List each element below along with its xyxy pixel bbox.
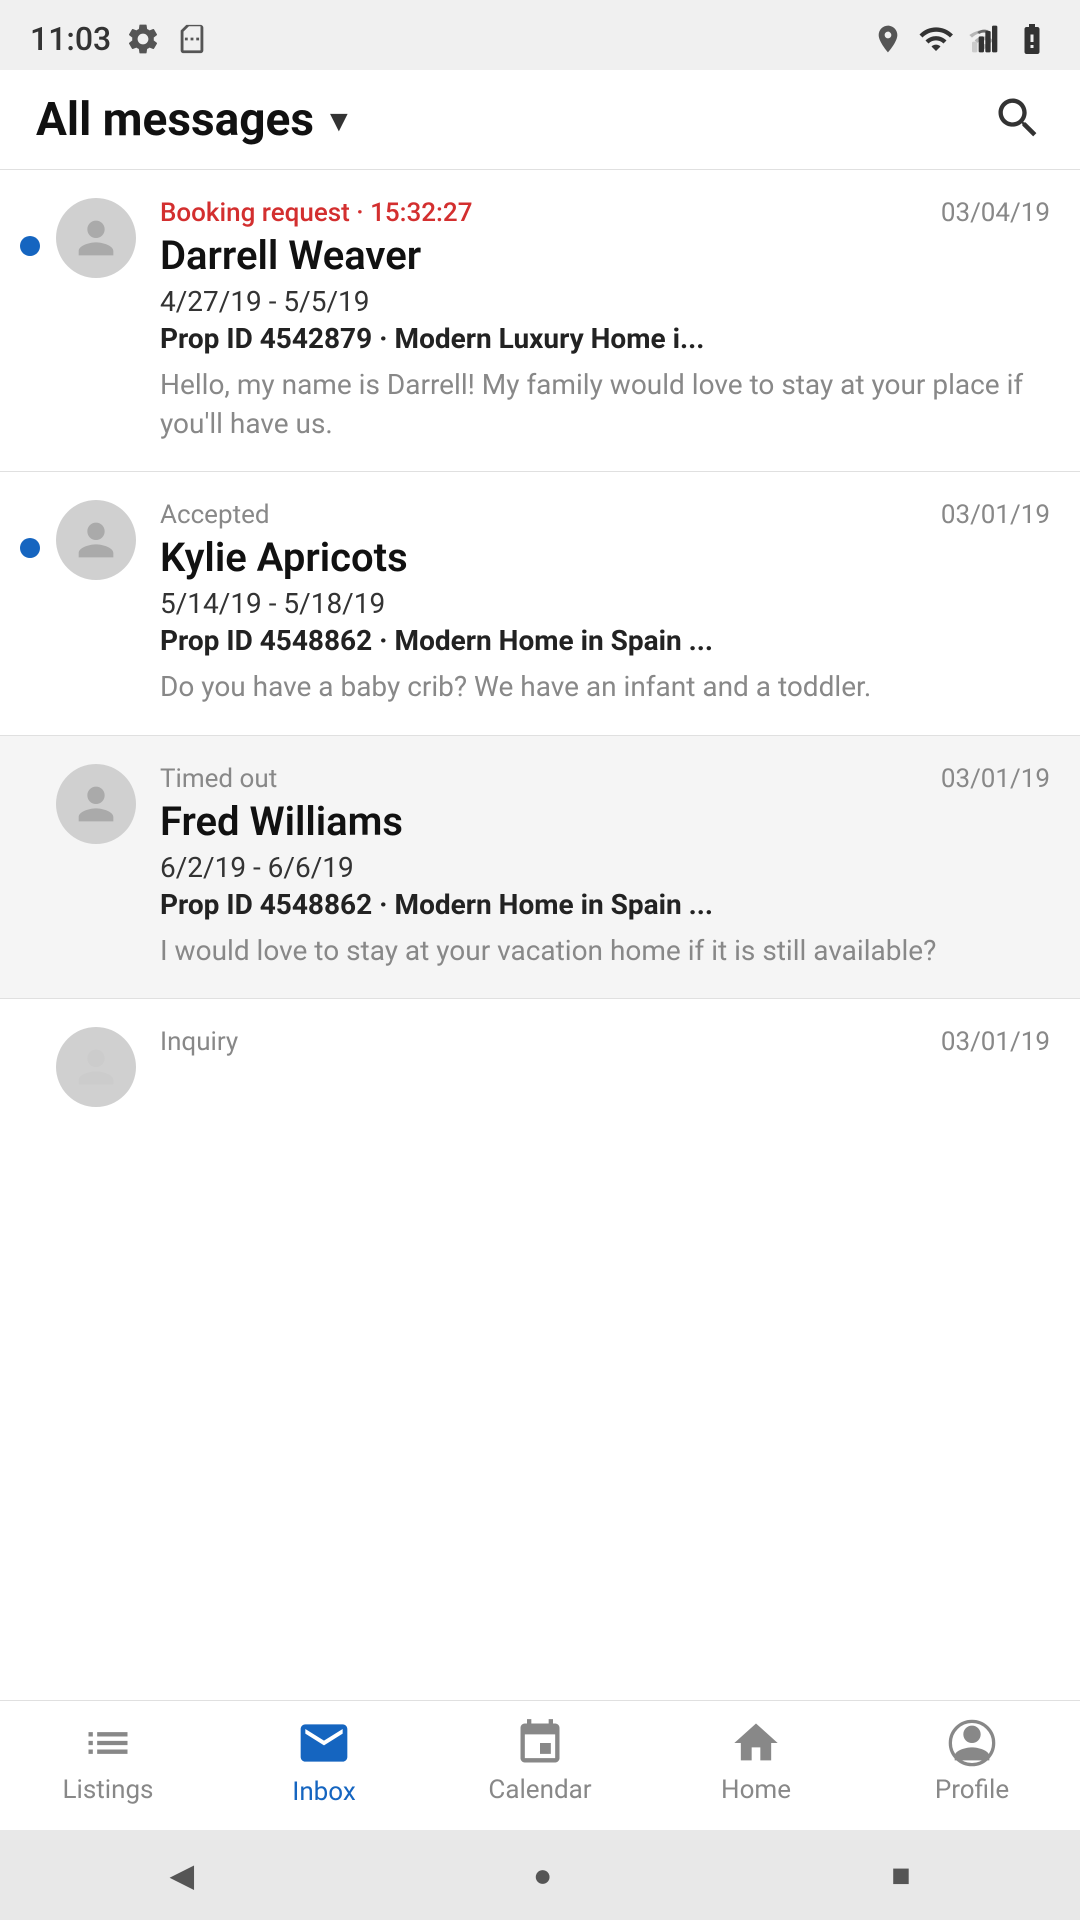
message-content: Accepted 03/01/19 Kylie Apricots 5/14/19… [160, 500, 1050, 706]
nav-item-home[interactable]: Home [648, 1717, 864, 1805]
calendar-icon [514, 1717, 566, 1769]
message-status: Booking request · 15:32:27 [160, 198, 472, 228]
unread-indicator [20, 1065, 40, 1085]
avatar [56, 764, 136, 844]
message-item[interactable]: Accepted 03/01/19 Kylie Apricots 5/14/19… [0, 472, 1080, 735]
message-preview: Hello, my name is Darrell! My family wou… [160, 365, 1050, 443]
avatar [56, 1027, 136, 1107]
nav-item-listings[interactable]: Listings [0, 1717, 216, 1805]
nav-item-calendar[interactable]: Calendar [432, 1717, 648, 1805]
message-content: Inquiry 03/01/19 [160, 1027, 1050, 1061]
message-status: Accepted [160, 500, 270, 530]
message-date: 03/01/19 [941, 1027, 1050, 1057]
message-content: Timed out 03/01/19 Fred Williams 6/2/19 … [160, 764, 1050, 970]
wifi-icon [918, 21, 954, 57]
header-title-container[interactable]: All messages ▼ [36, 93, 354, 147]
battery-icon [1014, 21, 1050, 57]
profile-label: Profile [935, 1775, 1009, 1805]
message-sender-name: Kylie Apricots [160, 534, 1050, 581]
inbox-icon [296, 1715, 352, 1771]
message-date: 03/01/19 [941, 764, 1050, 794]
message-sender-name: Fred Williams [160, 798, 1050, 845]
unread-indicator [20, 802, 40, 822]
nav-item-profile[interactable]: Profile [864, 1717, 1080, 1805]
avatar [56, 198, 136, 278]
recents-button[interactable]: ■ [891, 1856, 910, 1894]
unread-indicator [20, 538, 40, 558]
header-title: All messages [36, 93, 314, 147]
message-trip-dates: 4/27/19 - 5/5/19 [160, 285, 1050, 318]
message-date: 03/04/19 [941, 198, 1050, 228]
settings-icon [125, 21, 161, 57]
message-item[interactable]: Booking request · 15:32:27 03/04/19 Darr… [0, 170, 1080, 472]
message-content: Booking request · 15:32:27 03/04/19 Darr… [160, 198, 1050, 443]
nav-item-inbox[interactable]: Inbox [216, 1715, 432, 1807]
back-button[interactable]: ◀ [169, 1856, 194, 1894]
message-preview: I would love to stay at your vacation ho… [160, 931, 1050, 970]
calendar-label: Calendar [488, 1775, 591, 1805]
home-icon [730, 1717, 782, 1769]
bottom-nav: Listings Inbox Calendar Home Profile [0, 1700, 1080, 1830]
status-time: 11:03 [30, 20, 111, 58]
listings-icon [82, 1717, 134, 1769]
search-icon [992, 92, 1044, 144]
storage-icon [175, 22, 209, 56]
signal-icon [968, 23, 1000, 55]
listings-label: Listings [63, 1775, 154, 1805]
chevron-down-icon: ▼ [324, 104, 354, 139]
home-label: Home [721, 1775, 791, 1805]
message-trip-dates: 6/2/19 - 6/6/19 [160, 851, 1050, 884]
home-button[interactable]: ● [533, 1856, 552, 1894]
inbox-label: Inbox [292, 1777, 356, 1807]
message-property: Prop ID 4548862 · Modern Home in Spain .… [160, 888, 1050, 921]
status-bar: 11:03 [0, 0, 1080, 70]
profile-icon [946, 1717, 998, 1769]
message-status: Inquiry [160, 1027, 238, 1057]
android-nav: ◀ ● ■ [0, 1830, 1080, 1920]
avatar [56, 500, 136, 580]
search-button[interactable] [992, 92, 1044, 148]
header: All messages ▼ [0, 70, 1080, 170]
message-item[interactable]: Inquiry 03/01/19 [0, 999, 1080, 1117]
message-status: Timed out [160, 764, 277, 794]
location-icon [872, 23, 904, 55]
message-list: Booking request · 15:32:27 03/04/19 Darr… [0, 170, 1080, 1700]
message-trip-dates: 5/14/19 - 5/18/19 [160, 587, 1050, 620]
message-date: 03/01/19 [941, 500, 1050, 530]
message-preview: Do you have a baby crib? We have an infa… [160, 667, 1050, 706]
unread-indicator [20, 236, 40, 256]
message-sender-name: Darrell Weaver [160, 232, 1050, 279]
message-property: Prop ID 4548862 · Modern Home in Spain .… [160, 624, 1050, 657]
message-property: Prop ID 4542879 · Modern Luxury Home i..… [160, 322, 1050, 355]
message-item[interactable]: Timed out 03/01/19 Fred Williams 6/2/19 … [0, 736, 1080, 999]
